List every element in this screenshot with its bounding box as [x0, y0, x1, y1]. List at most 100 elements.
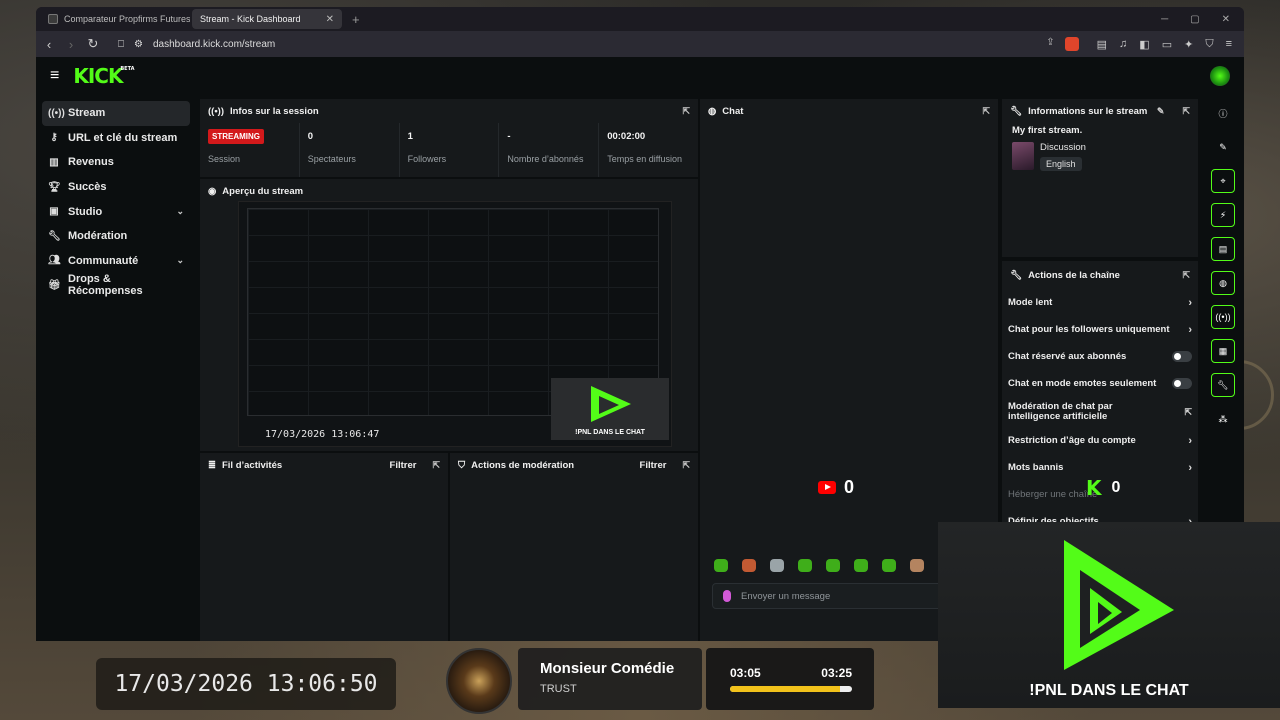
- brave-shields-icon[interactable]: [1064, 37, 1079, 51]
- browser-tools: ▤ ♫ ◧ ▭ ✦ ⛉ ≡: [1097, 38, 1238, 51]
- share-icon[interactable]: ⇪: [1046, 37, 1054, 51]
- emote-button[interactable]: [910, 559, 924, 572]
- filter-button[interactable]: Filtrer: [640, 460, 667, 471]
- toggle-switch[interactable]: [1172, 351, 1192, 362]
- channel-action-0[interactable]: Mode lent ›: [1002, 289, 1198, 316]
- youtube-count-value: 0: [844, 477, 855, 497]
- music-icon[interactable]: ♫: [1119, 38, 1127, 51]
- chevron-right-icon[interactable]: ›: [1188, 462, 1192, 474]
- channel-action-5[interactable]: Restriction d’âge du compte ›: [1002, 427, 1198, 454]
- wrench-rail-icon[interactable]: 🔧︎: [1211, 373, 1235, 397]
- kick-k-icon: K: [1086, 476, 1102, 500]
- popout-icon[interactable]: ⇱: [682, 460, 690, 471]
- feed-icon: ≣: [208, 459, 216, 471]
- sidebar-item-0[interactable]: ((•)) Stream: [42, 101, 190, 126]
- reload-icon[interactable]: ↻: [86, 36, 100, 52]
- channel-action-label: Chat pour les followers uniquement: [1008, 324, 1170, 335]
- trophy-icon: 🏆︎: [48, 181, 61, 193]
- popout-icon[interactable]: ⇱: [1182, 106, 1190, 117]
- sidebar-item-label: Modération: [68, 230, 128, 243]
- edit-pencil-icon[interactable]: ✎: [1157, 106, 1165, 117]
- reader-icon[interactable]: ▤: [1097, 38, 1107, 51]
- site-info-icon[interactable]: ⚙: [134, 39, 143, 50]
- emote-button[interactable]: [826, 559, 840, 572]
- back-icon[interactable]: ‹: [42, 37, 56, 52]
- emote-button[interactable]: [770, 559, 784, 572]
- close-window-icon[interactable]: ✕: [1222, 14, 1230, 25]
- kick-count-value: 0: [1111, 479, 1121, 496]
- chevron-right-icon[interactable]: ›: [1188, 324, 1192, 336]
- popout-icon[interactable]: ⇱: [982, 106, 990, 117]
- chevron-down-icon[interactable]: ⌄: [176, 255, 184, 266]
- popout-icon[interactable]: ⇱: [432, 460, 440, 471]
- broadcast-icon: ((•)): [48, 107, 65, 119]
- filter-button[interactable]: Filtrer: [390, 460, 417, 471]
- chat-message-input[interactable]: Envoyer un message: [712, 583, 944, 609]
- people-icon: 👥︎: [48, 255, 61, 267]
- browser-tab-propfirms[interactable]: Comparateur Propfirms Futures 2026: [40, 9, 190, 29]
- stream-preview-video[interactable]: 17/03/2026 13:06:47 !PNL DANS LE CHAT: [238, 201, 672, 447]
- chevron-right-icon[interactable]: ›: [1188, 297, 1192, 309]
- chevron-down-icon[interactable]: ⌄: [176, 206, 184, 217]
- emote-button[interactable]: [714, 559, 728, 572]
- popout-icon[interactable]: ⇱: [682, 106, 690, 117]
- lightning-icon[interactable]: ⚡︎: [1211, 203, 1235, 227]
- sidebar-item-label: Revenus: [68, 156, 114, 169]
- emote-button[interactable]: [854, 559, 868, 572]
- emote-button[interactable]: [882, 559, 896, 572]
- sidebar-item-7[interactable]: 🎁︎ Drops & Récompenses: [42, 273, 190, 298]
- external-link-icon[interactable]: ⇱: [1184, 407, 1192, 417]
- forward-icon[interactable]: ›: [64, 37, 78, 52]
- apps-icon[interactable]: ⁂: [1211, 407, 1235, 431]
- close-tab-icon[interactable]: ✕: [326, 14, 334, 25]
- vpn-icon[interactable]: ⛉: [1205, 38, 1213, 51]
- bookmark-icon[interactable]: ⎕: [118, 39, 124, 50]
- category-thumbnail: [1012, 142, 1034, 170]
- sidebar-item-5[interactable]: 🔧︎ Modération: [42, 224, 190, 249]
- layout-icon[interactable]: ▦: [1211, 339, 1235, 363]
- channel-action-1[interactable]: Chat pour les followers uniquement ›: [1002, 316, 1198, 343]
- sidebar-item-2[interactable]: ▥ Revenus: [42, 150, 190, 175]
- user-avatar[interactable]: [1210, 66, 1230, 86]
- channel-action-4[interactable]: Modération de chat par intelligence arti…: [1002, 397, 1198, 427]
- sidebar-item-6[interactable]: 👥︎ Communauté ⌄: [42, 249, 190, 274]
- pencil-icon[interactable]: ✎: [1211, 135, 1235, 159]
- microphone-icon[interactable]: [723, 590, 731, 602]
- channel-action-2[interactable]: Chat réservé aux abonnés: [1002, 343, 1198, 370]
- sidebar-item-4[interactable]: ▣ Studio ⌄: [42, 199, 190, 224]
- sidebar-item-3[interactable]: 🏆︎ Succès: [42, 175, 190, 200]
- activity-feed-header: ≣ Fil d’activités Filtrer ⇱: [200, 453, 448, 477]
- channel-action-3[interactable]: Chat en mode emotes seulement: [1002, 370, 1198, 397]
- maximize-icon[interactable]: ▢: [1190, 14, 1199, 25]
- wallet-icon[interactable]: ▭: [1162, 38, 1172, 51]
- kick-logo[interactable]: KICK BETA: [73, 64, 134, 88]
- channel-action-label: Mode lent: [1008, 297, 1053, 308]
- stat-label: Session: [208, 154, 241, 164]
- menu-icon[interactable]: ≡: [1226, 38, 1232, 51]
- progress-track: [730, 686, 852, 692]
- minimize-icon[interactable]: ─: [1161, 14, 1168, 25]
- new-tab-button[interactable]: +: [344, 12, 368, 27]
- preview-cta: !PNL DANS LE CHAT: [575, 429, 645, 436]
- toggle-switch[interactable]: [1172, 378, 1192, 389]
- address-bar[interactable]: ⎕ ⚙ dashboard.kick.com/stream ⇪: [108, 34, 1089, 54]
- note-icon[interactable]: ▤: [1211, 237, 1235, 261]
- ai-icon[interactable]: ✦: [1184, 38, 1193, 51]
- popout-icon[interactable]: ⇱: [1182, 270, 1190, 281]
- sidebar-item-label: Stream: [68, 107, 106, 120]
- chevron-right-icon[interactable]: ›: [1188, 435, 1192, 447]
- sidebar-toggle-icon[interactable]: ◧: [1139, 38, 1149, 51]
- stat-session: STREAMING Session: [200, 123, 299, 177]
- window-controls: ─ ▢ ✕: [1161, 14, 1244, 25]
- key-icon: ⚷: [50, 132, 58, 144]
- sidebar-item-1[interactable]: ⚷ URL et clé du stream: [42, 126, 190, 151]
- browser-tab-kick-dashboard[interactable]: Stream - Kick Dashboard ✕: [36, 9, 342, 67]
- panel-title: Aperçu du stream: [222, 185, 304, 197]
- camera-switch-icon[interactable]: ⌖: [1211, 169, 1235, 193]
- emote-button[interactable]: [798, 559, 812, 572]
- emote-button[interactable]: [742, 559, 756, 572]
- hamburger-menu-icon[interactable]: ≡: [50, 67, 59, 85]
- info-icon[interactable]: ⓘ: [1211, 101, 1235, 125]
- broadcast-rail-icon[interactable]: ((•)): [1211, 305, 1235, 329]
- chat-icon[interactable]: ◍: [1211, 271, 1235, 295]
